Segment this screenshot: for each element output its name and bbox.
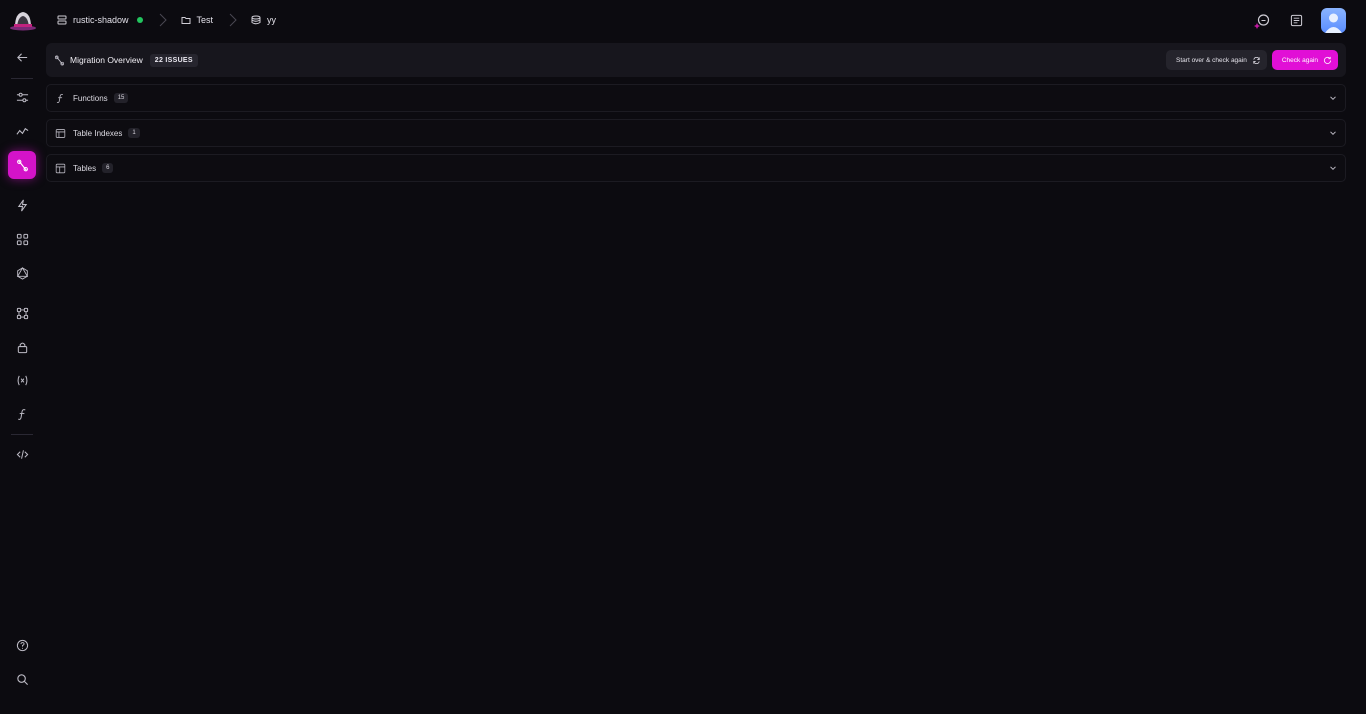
sidebar-item-integrations[interactable]	[8, 299, 36, 327]
variables-icon	[17, 375, 27, 385]
migration-overview-header: Migration Overview 22 ISSUES Start over …	[46, 43, 1346, 77]
sidebar-item-graphql[interactable]	[8, 259, 36, 287]
refresh-icon	[1323, 56, 1332, 64]
sidebar-item-help[interactable]	[8, 631, 36, 659]
chevron-right-icon	[229, 13, 237, 27]
section-table-indexes[interactable]: Table Indexes 1	[46, 119, 1346, 147]
help-icon	[16, 639, 28, 651]
graphql-icon	[16, 266, 28, 280]
chevron-down-icon	[1330, 131, 1336, 136]
sidebar-item-migration[interactable]	[8, 151, 36, 179]
page-title: Migration Overview	[70, 55, 143, 65]
start-over-button[interactable]: Start over & check again	[1166, 50, 1267, 70]
grid-icon	[16, 233, 28, 245]
chevron-down-icon	[1330, 96, 1336, 101]
sidebar-item-monitoring[interactable]	[8, 117, 36, 145]
sidebar-divider	[11, 78, 33, 79]
activity-icon	[15, 127, 28, 135]
nodes-icon	[16, 307, 28, 319]
database-name: yy	[267, 15, 277, 25]
breadcrumb-folder[interactable]: Test	[181, 15, 214, 25]
sidebar-item-triggers[interactable]	[8, 191, 36, 219]
avatar[interactable]	[1321, 8, 1346, 33]
function-icon	[55, 93, 66, 104]
sidebar	[0, 40, 44, 714]
search-icon	[16, 673, 28, 685]
folder-icon	[181, 17, 191, 24]
sidebar-item-security[interactable]	[8, 333, 36, 361]
arrow-left-icon	[16, 52, 27, 62]
status-online-dot	[136, 17, 143, 23]
breadcrumb-project[interactable]: rustic-shadow	[57, 15, 143, 25]
breadcrumb: rustic-shadow Test yy	[57, 13, 276, 27]
server-icon	[57, 15, 67, 25]
bolt-icon	[17, 199, 27, 211]
section-count-badge: 1	[128, 128, 140, 138]
section-label: Table Indexes	[73, 128, 123, 138]
section-tables[interactable]: Tables 6	[46, 154, 1346, 182]
overview-actions: Start over & check again Check again	[1166, 50, 1338, 70]
news-icon[interactable]	[1287, 12, 1305, 30]
folder-name: Test	[196, 15, 214, 25]
sidebar-item-variables[interactable]	[8, 366, 36, 394]
index-icon	[55, 128, 66, 139]
top-right-actions	[1253, 8, 1346, 33]
section-functions[interactable]: Functions 15	[46, 84, 1346, 112]
refresh-square-icon	[1253, 56, 1260, 64]
check-again-label: Check again	[1281, 56, 1318, 64]
sidebar-divider	[11, 434, 33, 435]
back-button[interactable]	[8, 43, 36, 71]
function-icon	[17, 408, 25, 420]
sidebar-item-search[interactable]	[8, 665, 36, 693]
sidebar-item-settings[interactable]	[8, 83, 36, 111]
section-label: Tables	[73, 163, 97, 173]
start-over-label: Start over & check again	[1176, 56, 1247, 64]
migration-icon	[16, 159, 28, 171]
check-again-button[interactable]: Check again	[1271, 50, 1338, 70]
sliders-icon	[16, 92, 28, 102]
sidebar-item-api[interactable]	[8, 440, 36, 468]
code-icon	[16, 449, 28, 459]
section-count-badge: 6	[102, 163, 114, 173]
project-name: rustic-shadow	[73, 15, 129, 25]
section-count-badge: 15	[113, 93, 129, 103]
issues-badge: 22 ISSUES	[149, 53, 198, 67]
sidebar-item-extensions[interactable]	[8, 225, 36, 253]
migration-icon	[54, 55, 65, 65]
sidebar-item-functions[interactable]	[8, 400, 36, 428]
app-logo[interactable]	[9, 9, 37, 31]
lock-icon	[17, 342, 27, 353]
breadcrumb-database[interactable]: yy	[251, 15, 276, 25]
chevron-down-icon	[1330, 166, 1336, 171]
table-icon	[55, 163, 66, 174]
main-content: Migration Overview 22 ISSUES Start over …	[46, 43, 1346, 182]
chevron-right-icon	[159, 13, 167, 27]
section-label: Functions	[73, 93, 108, 103]
top-bar: rustic-shadow Test yy	[0, 0, 1366, 40]
database-icon	[251, 15, 261, 25]
ai-assistant-icon[interactable]	[1253, 12, 1271, 30]
